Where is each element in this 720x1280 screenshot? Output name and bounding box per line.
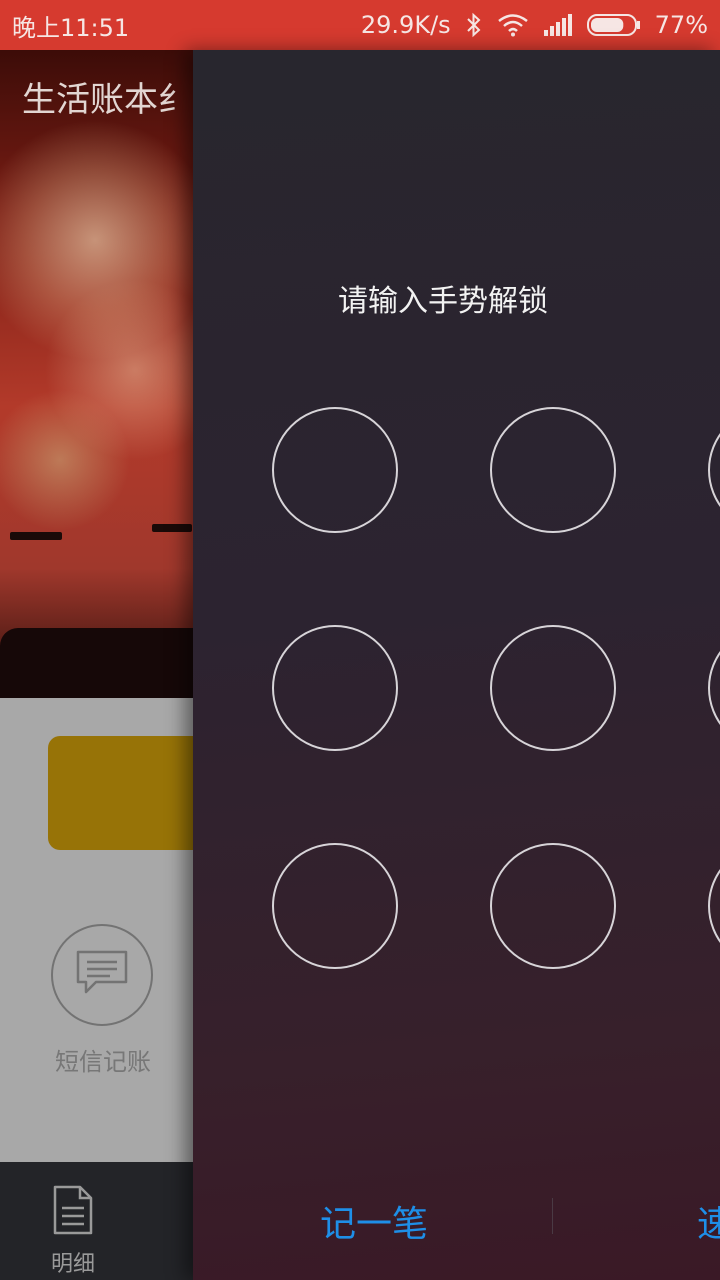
bluetooth-icon bbox=[465, 12, 483, 38]
boat-shape bbox=[152, 524, 192, 532]
battery-icon bbox=[586, 13, 641, 37]
pattern-dot-9[interactable] bbox=[708, 843, 720, 969]
pattern-dot-2[interactable] bbox=[490, 407, 616, 533]
signal-icon bbox=[543, 14, 573, 36]
document-icon[interactable] bbox=[52, 1184, 94, 1240]
boat-shape bbox=[10, 532, 62, 540]
pattern-dot-3[interactable] bbox=[708, 407, 720, 533]
sms-record-label: 短信记账 bbox=[55, 1048, 151, 1076]
pattern-dot-6[interactable] bbox=[708, 625, 720, 751]
gesture-lock-panel: 请输入手势解锁 记一笔 速 bbox=[193, 50, 720, 1280]
lock-prompt-text: 请输入手势解锁 bbox=[338, 284, 548, 319]
pattern-dot-5[interactable] bbox=[490, 625, 616, 751]
footer-right-button[interactable]: 速 bbox=[697, 1162, 720, 1280]
sms-record-button[interactable] bbox=[51, 924, 153, 1026]
app-title: 生活账本纟 bbox=[22, 80, 192, 120]
net-speed: 29.9K/s bbox=[360, 11, 451, 39]
wifi-icon bbox=[497, 13, 529, 37]
pattern-dot-1[interactable] bbox=[272, 407, 398, 533]
footer-divider bbox=[552, 1198, 553, 1234]
status-bar: 晚上11:51 29.9K/s 77% bbox=[0, 0, 720, 50]
lock-footer: 记一笔 速 bbox=[193, 1162, 720, 1280]
pattern-dot-7[interactable] bbox=[272, 843, 398, 969]
quick-record-button[interactable]: 记一笔 bbox=[320, 1162, 428, 1280]
pattern-dot-4[interactable] bbox=[272, 625, 398, 751]
pattern-dot-8[interactable] bbox=[490, 843, 616, 969]
message-icon bbox=[74, 948, 130, 1002]
status-time: 晚上11:51 bbox=[12, 13, 130, 42]
tab-detail[interactable]: 明细 bbox=[38, 1246, 108, 1278]
battery-percent: 77% bbox=[654, 11, 708, 39]
